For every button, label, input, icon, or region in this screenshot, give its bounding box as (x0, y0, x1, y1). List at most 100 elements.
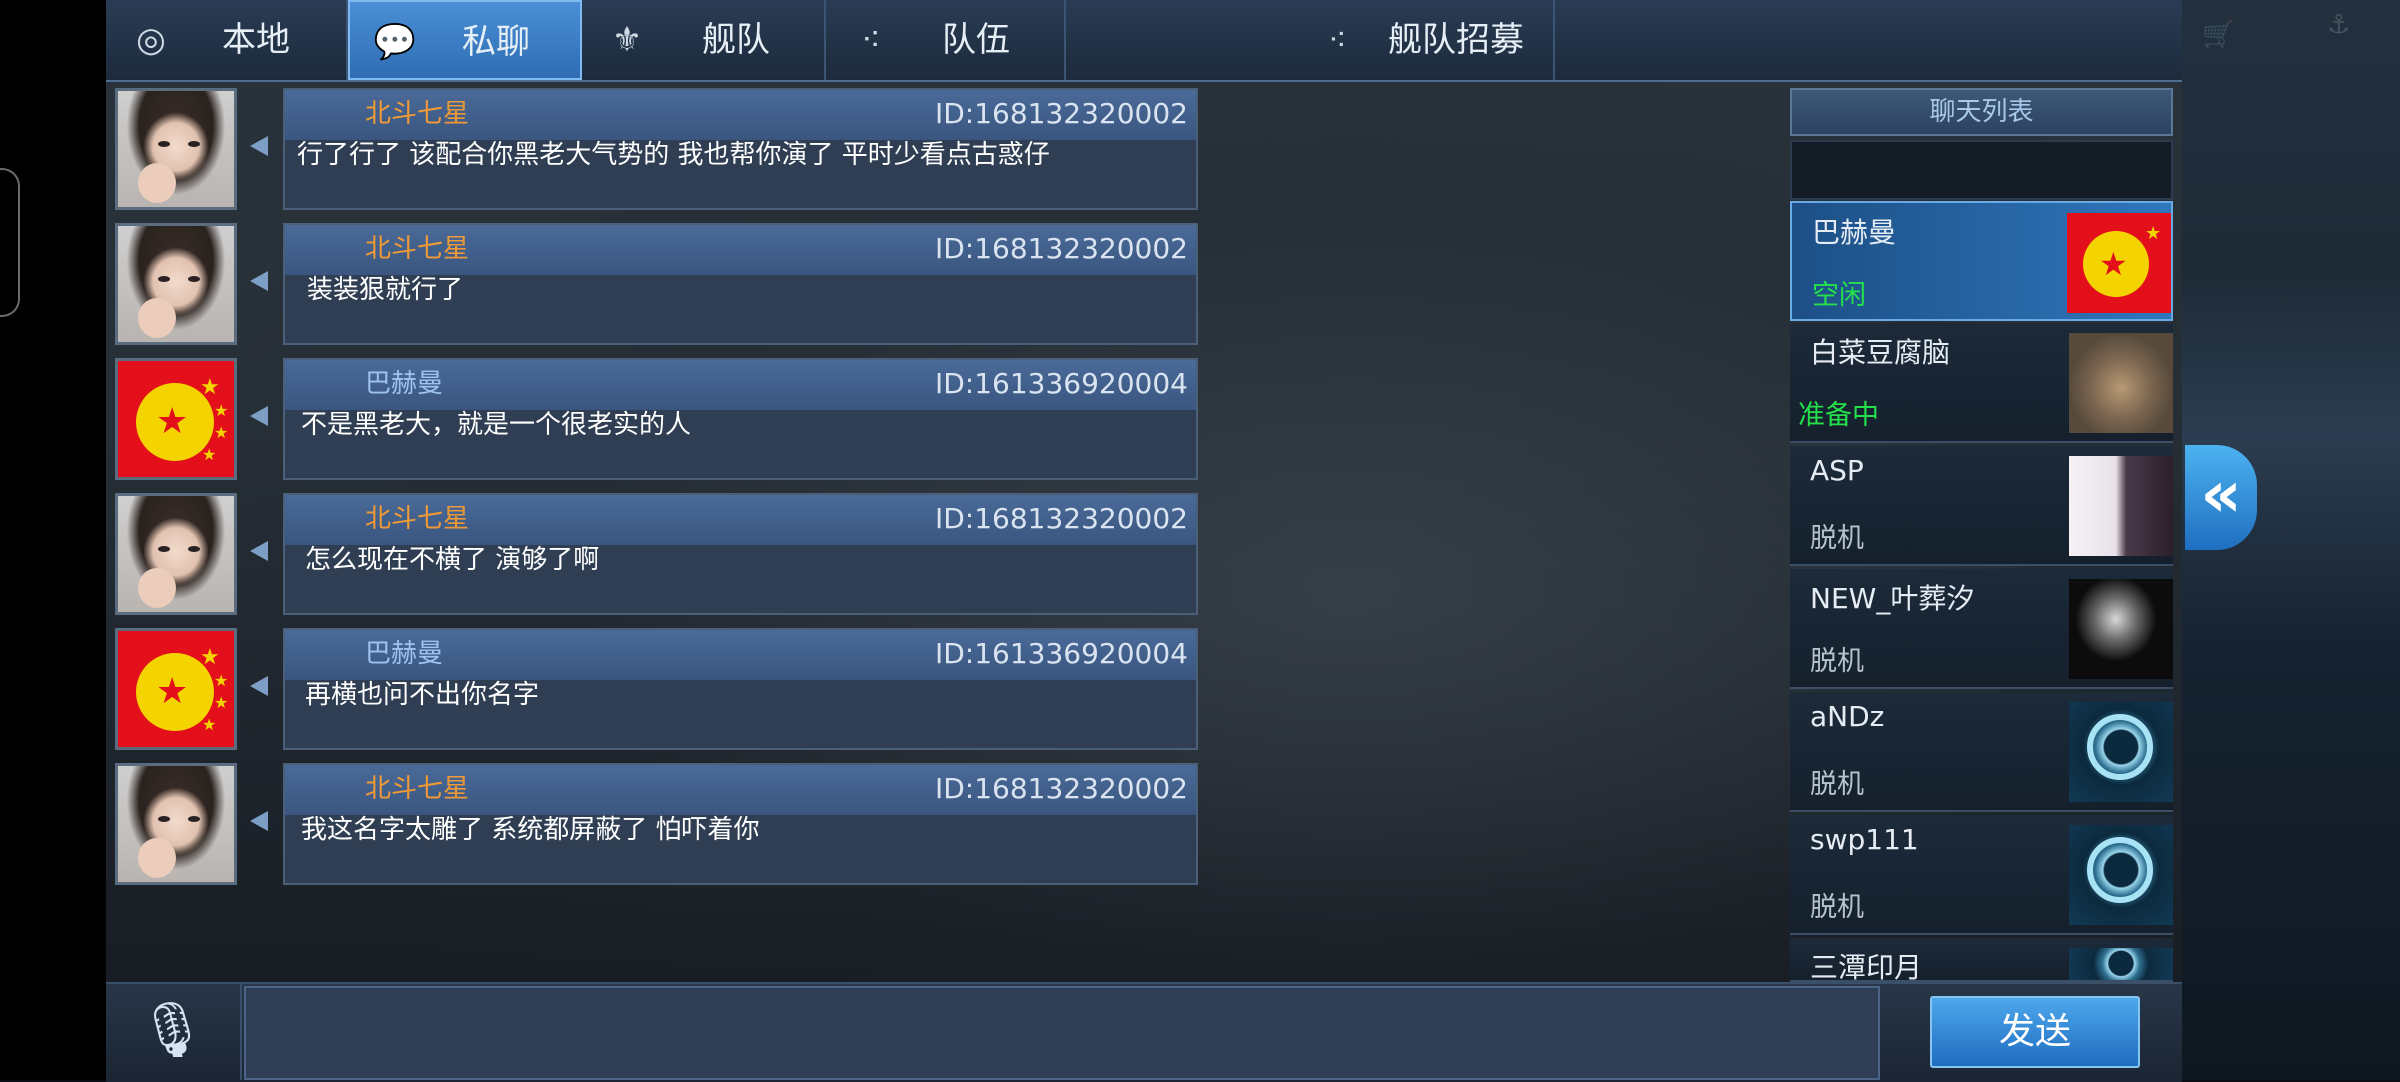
tab-local-label: 本地 (222, 20, 290, 60)
contact-name: 三潭印月 (1810, 951, 1923, 982)
message-text: 怎么现在不横了 演够了啊 (305, 545, 600, 575)
girl-avatar-image (118, 91, 234, 207)
message-bubble: 巴赫曼 ID:161336920004 不是黑老大，就是一个很老实的人 (283, 358, 1198, 480)
chat-message: 北斗七星 ID:168132320002 我这名字太雕了 系统都屏蔽了 怕吓着你 (115, 763, 1200, 888)
sender-avatar[interactable]: ★ ★ ★ ★ ★ (115, 628, 237, 750)
tab-fleet-recruit[interactable]: ⁖ 舰队招募 (1213, 0, 1555, 80)
contact-item[interactable]: swp111 脱机 (1790, 815, 2173, 935)
message-text: 装装狠就行了 (307, 275, 464, 305)
message-text: 不是黑老大，就是一个很老实的人 (301, 410, 692, 440)
sender-id: ID:168132320002 (934, 97, 1188, 130)
contact-name: ASP (1810, 454, 1864, 487)
microphone-icon[interactable]: 🎙 (138, 995, 207, 1065)
expand-chevron-button[interactable]: « (2185, 445, 2257, 550)
tab-private-chat-label: 私聊 (462, 22, 530, 62)
message-text: 行了行了 该配合你黑老大气势的 我也帮你演了 平时少看点古惑仔 (297, 140, 1050, 170)
fleet-emblem-icon: ⚜ (611, 20, 643, 60)
contact-name: aNDz (1810, 700, 1885, 733)
chat-list-title: 聊天列表 (1790, 88, 2173, 136)
sender-avatar[interactable]: ★ ★ ★ ★ ★ (115, 358, 237, 480)
contact-name: 巴赫曼 (1812, 216, 1897, 249)
chat-message: 北斗七星 ID:168132320002 装装狠就行了 (115, 223, 1200, 348)
girl-avatar-image (118, 496, 234, 612)
contact-status: 脱机 (1810, 892, 1864, 923)
message-text: 再横也问不出你名字 (305, 680, 540, 710)
anchor-icon-faded: ⚓ (2327, 10, 2351, 40)
team-dots-icon: ⁖ (1328, 21, 1347, 59)
bubble-pointer (250, 271, 268, 291)
contact-status: 脱机 (1810, 523, 1864, 554)
sender-name[interactable]: 巴赫曼 (365, 636, 443, 672)
sender-id: ID:168132320002 (934, 232, 1188, 265)
chat-bubble-icon: 💬 (373, 22, 417, 62)
chat-message: ★ ★ ★ ★ ★ 巴赫曼 ID:161336920004 再横也问不出你名字 (115, 628, 1200, 753)
tab-team-label: 队伍 (942, 20, 1010, 60)
message-input[interactable] (244, 986, 1880, 1080)
contact-status: 脱机 (1810, 646, 1864, 677)
contact-avatar (2069, 948, 2173, 980)
sender-avatar[interactable] (115, 223, 237, 345)
contact-avatar (2069, 333, 2173, 433)
girl-avatar-image (118, 766, 234, 882)
contact-item[interactable]: aNDz 脱机 (1790, 692, 2173, 812)
chat-list-search[interactable] (1790, 140, 2173, 200)
contact-name: swp111 (1810, 823, 1919, 856)
bubble-pointer (250, 541, 268, 561)
message-bubble: 巴赫曼 ID:161336920004 再横也问不出你名字 (283, 628, 1198, 750)
sender-name[interactable]: 北斗七星 (365, 231, 469, 267)
contact-item[interactable]: 巴赫曼 空闲 ★ ★ (1790, 201, 2173, 321)
flag-avatar-image: ★ ★ ★ ★ ★ (118, 361, 234, 477)
contact-item[interactable]: NEW_叶葬汐 脱机 (1790, 569, 2173, 689)
contact-avatar (2069, 579, 2173, 679)
globe-icon: ◎ (136, 20, 166, 60)
bubble-pointer (250, 136, 268, 156)
contact-status: 空闲 (1812, 280, 1866, 311)
bubble-pointer (250, 406, 268, 426)
contact-name: NEW_叶葬汐 (1810, 582, 1975, 615)
tab-local[interactable]: ◎ 本地 (106, 0, 348, 80)
sender-avatar[interactable] (115, 763, 237, 885)
chat-message: ★ ★ ★ ★ ★ 巴赫曼 ID:161336920004 不是黑老大，就是一个很老… (115, 358, 1200, 483)
contact-item[interactable]: ASP 脱机 (1790, 446, 2173, 566)
contact-avatar (2069, 702, 2173, 802)
tab-private-chat[interactable]: 💬 私聊 (348, 0, 582, 80)
sender-name[interactable]: 北斗七星 (365, 96, 469, 132)
contact-status: 脱机 (1810, 769, 1864, 800)
message-bubble: 北斗七星 ID:168132320002 怎么现在不横了 演够了啊 (283, 493, 1198, 615)
sender-name[interactable]: 巴赫曼 (365, 366, 443, 402)
sender-name[interactable]: 北斗七星 (365, 771, 469, 807)
contact-status: 准备中 (1798, 400, 1879, 431)
contact-item[interactable]: 白菜豆腐脑 准备中 (1790, 323, 2173, 443)
message-text: 我这名字太雕了 系统都屏蔽了 怕吓着你 (301, 815, 760, 845)
contact-name: 白菜豆腐脑 (1810, 336, 1951, 369)
team-dots-icon: ⁖ (861, 20, 881, 60)
message-bubble: 北斗七星 ID:168132320002 我这名字太雕了 系统都屏蔽了 怕吓着你 (283, 763, 1198, 885)
girl-avatar-image (118, 226, 234, 342)
tab-fleet-label: 舰队 (702, 20, 770, 60)
contact-item[interactable]: 三潭印月 (1790, 938, 2173, 982)
sender-avatar[interactable] (115, 88, 237, 210)
sender-avatar[interactable] (115, 493, 237, 615)
flag-avatar-image: ★ ★ ★ ★ ★ (118, 631, 234, 747)
cart-icon-faded: 🛒 (2202, 20, 2235, 50)
send-button[interactable]: 发送 (1930, 996, 2140, 1068)
tab-fleet[interactable]: ⚜ 舰队 (582, 0, 826, 80)
sender-id: ID:168132320002 (934, 772, 1188, 805)
left-black-margin (0, 0, 106, 1080)
chat-message: 北斗七星 ID:168132320002 行了行了 该配合你黑老大气势的 我也帮… (115, 88, 1200, 213)
chat-message: 北斗七星 ID:168132320002 怎么现在不横了 演够了啊 (115, 493, 1200, 618)
message-bubble: 北斗七星 ID:168132320002 行了行了 该配合你黑老大气势的 我也帮… (283, 88, 1198, 210)
sender-id: ID:161336920004 (934, 367, 1188, 400)
contact-avatar (2069, 825, 2173, 925)
tab-fleet-recruit-label: 舰队招募 (1388, 20, 1524, 60)
sender-id: ID:161336920004 (934, 637, 1188, 670)
sender-id: ID:168132320002 (934, 502, 1188, 535)
contact-avatar: ★ ★ (2067, 213, 2171, 313)
phone-edge-handle (0, 168, 20, 317)
divider (240, 984, 242, 1080)
bubble-pointer (250, 811, 268, 831)
tab-team[interactable]: ⁖ 队伍 (826, 0, 1066, 80)
sender-name[interactable]: 北斗七星 (365, 501, 469, 537)
message-bubble: 北斗七星 ID:168132320002 装装狠就行了 (283, 223, 1198, 345)
bubble-pointer (250, 676, 268, 696)
